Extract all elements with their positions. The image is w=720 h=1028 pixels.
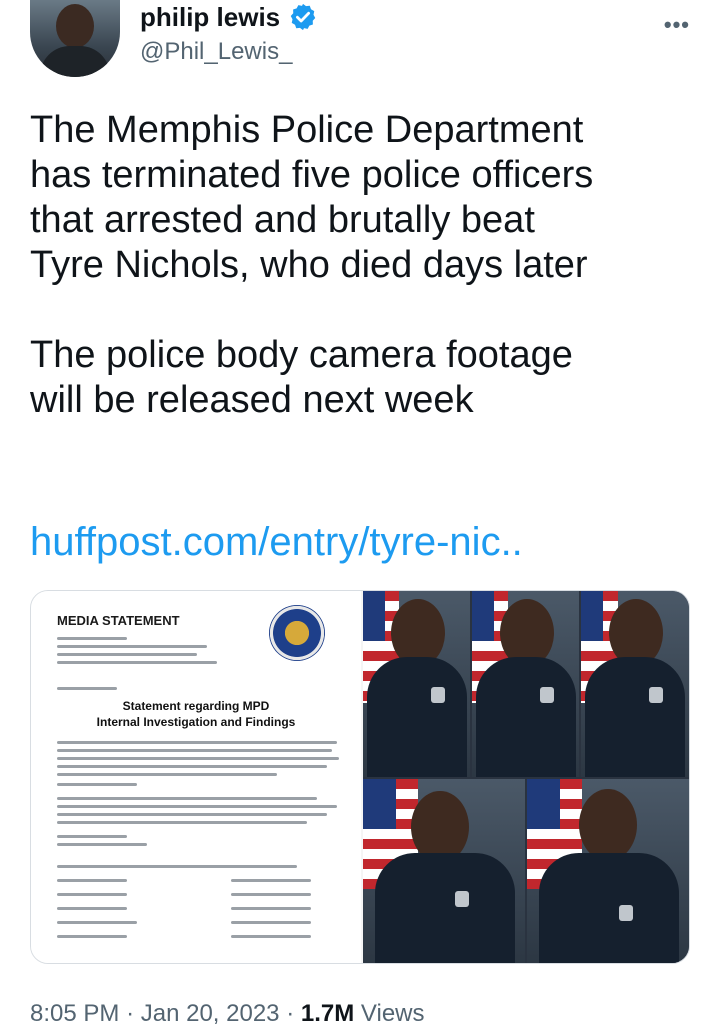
document-text-line [57,687,117,690]
document-text-line [57,637,127,640]
document-text-line [57,835,127,838]
document-text-line [57,645,207,648]
document-text-line [57,893,127,896]
meta-separator: · [126,1000,135,1027]
avatar-body [40,46,110,77]
document-text-line [57,773,277,776]
document-text-line [57,879,127,882]
tweet-line: The Memphis Police Department [30,109,584,151]
document-text-line [57,821,307,824]
tweet-line: will be released next week [30,379,474,421]
officer-photo [363,591,470,777]
tweet-media[interactable]: MEDIA STATEMENT Statement regarding MPD … [30,590,690,964]
document-text-line [57,865,297,868]
author-name-row: philip lewis [140,2,318,32]
avatar[interactable] [30,0,120,77]
officer-photo [581,591,689,777]
media-statement-document: MEDIA STATEMENT Statement regarding MPD … [31,591,361,963]
document-text-line [57,757,339,760]
tweet-time[interactable]: 8:05 PM [30,1000,119,1027]
views-label: Views [360,1000,425,1027]
author-display-name[interactable]: philip lewis [140,2,280,32]
police-seal-icon [269,605,325,661]
document-text-line [57,907,127,910]
document-text-line [57,741,337,744]
tweet-line: The police body camera footage [30,334,573,376]
document-text-line [231,935,311,938]
tweet-line: that arrested and brutally beat [30,199,535,241]
document-text-line [231,907,311,910]
verified-badge-icon [288,2,318,32]
views-count: 1.7M [300,1000,355,1027]
document-text-line [57,797,317,800]
tweet-line: has terminated five police officers [30,154,594,196]
document-text-line [57,653,197,656]
document-text-line [231,921,311,924]
document-text-line [57,765,327,768]
document-text-line [57,813,327,816]
document-text-line [57,749,332,752]
more-options-icon[interactable]: ••• [664,12,690,38]
tweet-text: The Memphis Police Department has termin… [30,108,700,423]
document-title: MEDIA STATEMENT [57,613,180,628]
officer-photos [363,591,689,963]
document-heading-line1: Statement regarding MPD [122,699,270,713]
document-text-line [57,935,127,938]
document-text-line [57,805,337,808]
officer-photo [363,779,525,963]
officer-photo [472,591,579,777]
tweet-link[interactable]: huffpost.com/entry/tyre-nic.. [30,520,523,565]
author-handle[interactable]: @Phil_Lewis_ [140,38,292,66]
tweet-line: Tyre Nichols, who died days later [30,244,588,286]
document-text-line [231,893,311,896]
tweet-meta: 8:05 PM · Jan 20, 2023 · 1.7M Views [30,1000,425,1028]
document-text-line [57,783,137,786]
avatar-face [56,4,94,48]
document-heading-line2: Internal Investigation and Findings [96,715,296,729]
document-text-line [57,843,147,846]
document-text-line [231,879,311,882]
meta-separator: · [286,1000,295,1027]
document-text-line [57,661,217,664]
officer-photo [527,779,689,963]
document-text-line [57,921,137,924]
tweet-date[interactable]: Jan 20, 2023 [141,1000,280,1027]
